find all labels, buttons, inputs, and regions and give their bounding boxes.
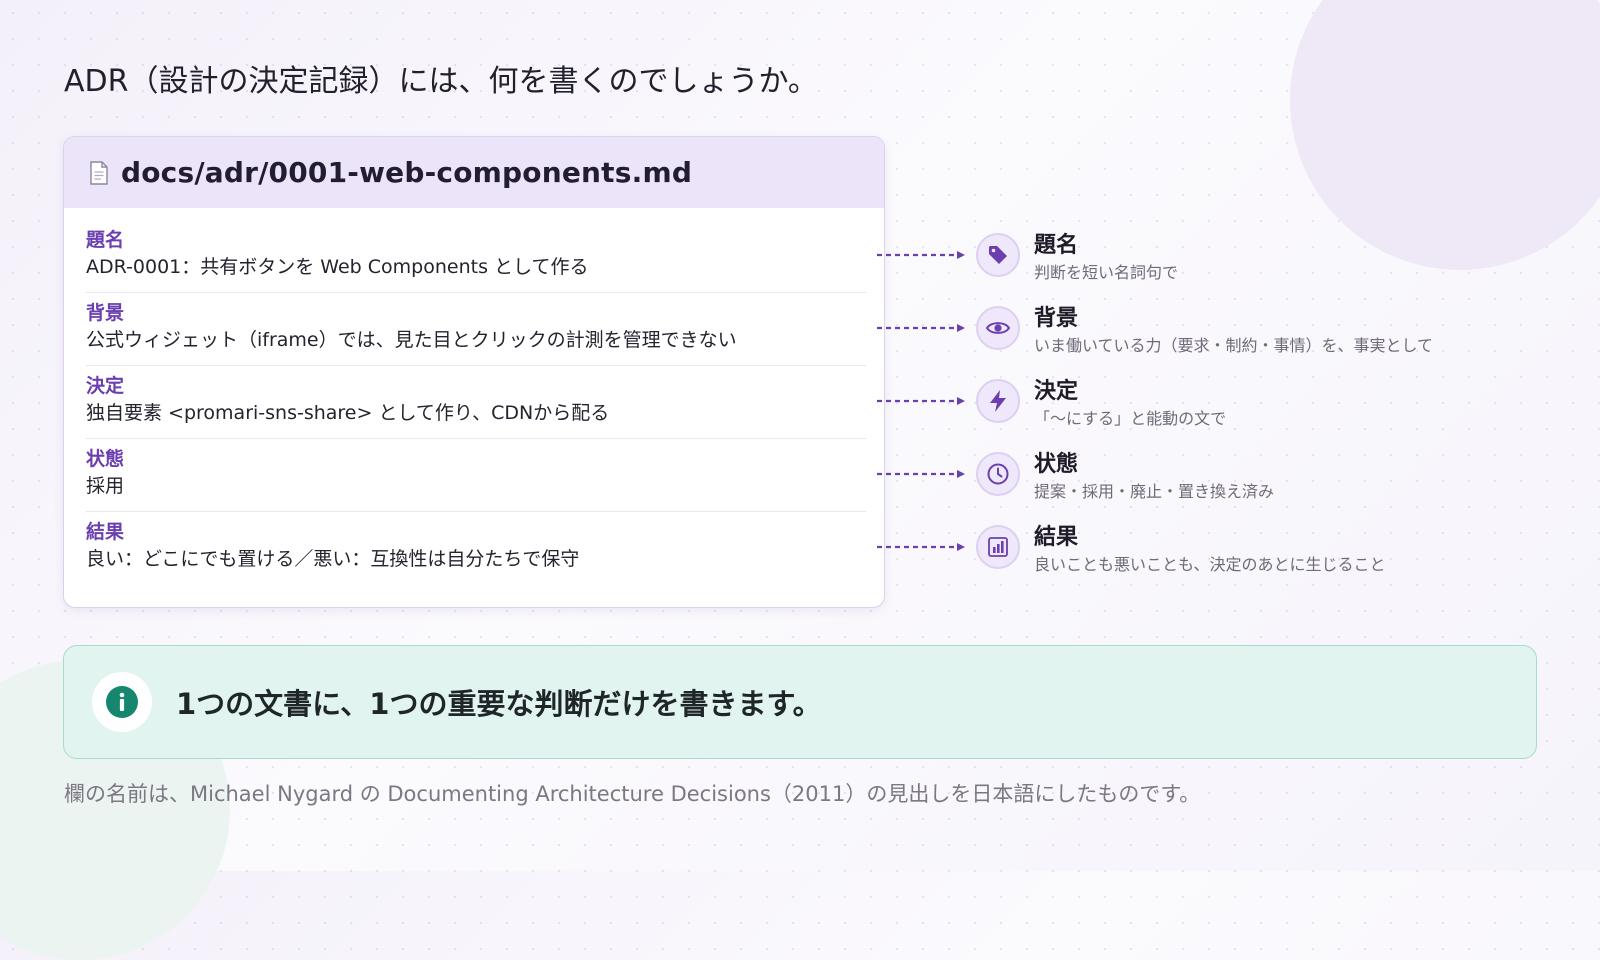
legend-item-context: 背景 いま働いている力（要求・制約・事情）を、事実として <box>976 306 1536 366</box>
callout-text: 1つの文書に、1つの重要な判断だけを書きます。 <box>176 687 822 721</box>
clock-icon <box>976 452 1020 496</box>
bar-chart-icon <box>976 525 1020 569</box>
legend-title: 結果 <box>1034 525 1079 550</box>
field-label: 状態 <box>86 448 125 470</box>
field-value: 良い：どこにでも置ける／悪い：互換性は自分たちで保守 <box>86 548 580 570</box>
legend-description: 判断を短い名詞句で <box>1034 263 1179 282</box>
document-header: docs/adr/0001-web-components.md <box>64 137 884 208</box>
field-value: 独自要素 <promari-sns-share> として作り、CDNから配る <box>86 402 610 424</box>
field-value: ADR-0001：共有ボタンを Web Components として作る <box>86 256 589 278</box>
footnote: 欄の名前は、Michael Nygard の Documenting Archi… <box>64 782 1201 806</box>
lightning-icon <box>976 379 1020 423</box>
tag-icon <box>976 233 1020 277</box>
legend-description: いま働いている力（要求・制約・事情）を、事実として <box>1034 336 1434 355</box>
legend-title: 状態 <box>1034 452 1079 477</box>
field-label: 結果 <box>86 521 125 543</box>
connector-arrow <box>877 397 965 405</box>
field-row-status: 状態 採用 <box>86 439 866 512</box>
field-row-title: 題名 ADR-0001：共有ボタンを Web Components として作る <box>86 220 866 293</box>
field-row-consequences: 結果 良い：どこにでも置ける／悪い：互換性は自分たちで保守 <box>86 512 866 585</box>
key-point-callout: 1つの文書に、1つの重要な判断だけを書きます。 <box>63 645 1537 759</box>
connector-arrow <box>877 543 965 551</box>
eye-icon <box>976 306 1020 350</box>
legend-description: 提案・採用・廃止・置き換え済み <box>1034 482 1275 501</box>
legend-title: 背景 <box>1034 306 1079 331</box>
field-value: 公式ウィジェット（iframe）では、見た目とクリックの計測を管理できない <box>86 329 737 351</box>
file-icon <box>89 160 109 185</box>
connector-arrow <box>877 251 965 259</box>
document-filename: docs/adr/0001-web-components.md <box>121 156 693 189</box>
decorative-circle-top-right <box>1290 0 1600 270</box>
field-value: 採用 <box>86 475 125 497</box>
legend-item-decision: 決定 「〜にする」と能動の文で <box>976 379 1536 439</box>
field-label: 題名 <box>86 229 125 251</box>
legend-item-status: 状態 提案・採用・廃止・置き換え済み <box>976 452 1536 512</box>
field-row-context: 背景 公式ウィジェット（iframe）では、見た目とクリックの計測を管理できない <box>86 293 866 366</box>
connector-arrow <box>877 470 965 478</box>
legend-description: 良いことも悪いことも、決定のあとに生じること <box>1034 555 1386 574</box>
info-icon <box>92 672 152 732</box>
adr-document-card: docs/adr/0001-web-components.md 題名 ADR-0… <box>63 136 885 608</box>
field-list: 題名 ADR-0001：共有ボタンを Web Components として作る … <box>64 208 884 585</box>
field-row-decision: 決定 独自要素 <promari-sns-share> として作り、CDNから配… <box>86 366 866 439</box>
legend-item-title: 題名 判断を短い名詞句で <box>976 233 1536 293</box>
connector-arrow <box>877 324 965 332</box>
legend-item-consequences: 結果 良いことも悪いことも、決定のあとに生じること <box>976 525 1536 585</box>
legend-title: 題名 <box>1034 233 1079 258</box>
field-label: 背景 <box>86 302 125 324</box>
page-title: ADR（設計の決定記録）には、何を書くのでしょうか。 <box>64 64 818 99</box>
field-label: 決定 <box>86 375 125 397</box>
legend-description: 「〜にする」と能動の文で <box>1034 409 1227 428</box>
legend-title: 決定 <box>1034 379 1079 404</box>
